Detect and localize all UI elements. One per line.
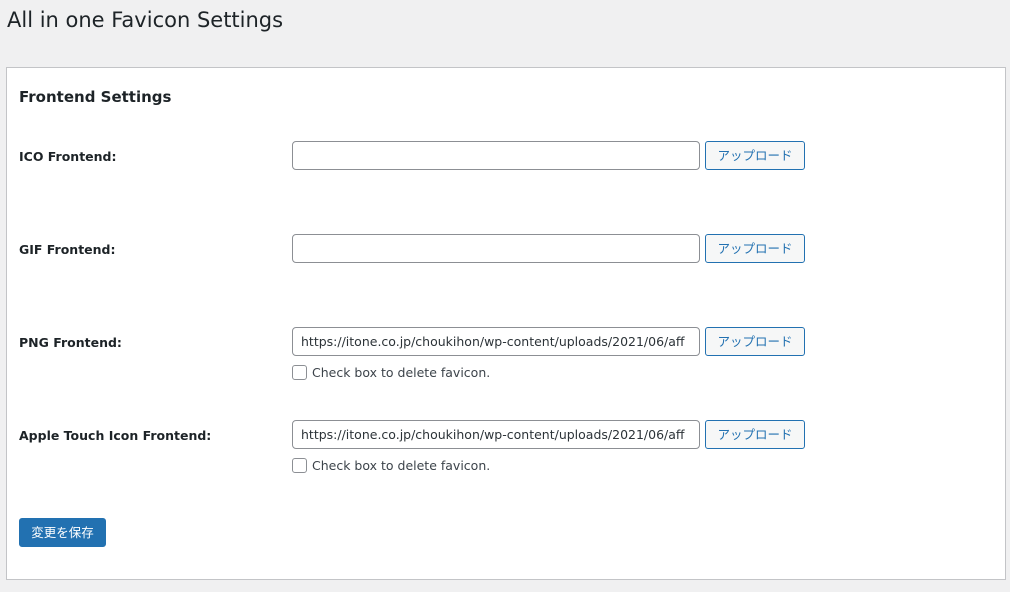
ico-label: ICO Frontend: bbox=[19, 149, 117, 164]
apple-touch-delete-label: Check box to delete favicon. bbox=[312, 458, 491, 473]
gif-input[interactable] bbox=[292, 234, 700, 263]
png-upload-button[interactable]: アップロード bbox=[705, 327, 805, 356]
apple-touch-delete-option[interactable]: Check box to delete favicon. bbox=[292, 458, 490, 473]
apple-touch-label: Apple Touch Icon Frontend: bbox=[19, 428, 212, 443]
apple-touch-upload-button[interactable]: アップロード bbox=[705, 420, 805, 449]
png-delete-checkbox[interactable] bbox=[292, 365, 307, 380]
ico-upload-button[interactable]: アップロード bbox=[705, 141, 805, 170]
apple-touch-delete-checkbox[interactable] bbox=[292, 458, 307, 473]
png-label: PNG Frontend: bbox=[19, 335, 122, 350]
png-input[interactable]: https://itone.co.jp/choukihon/wp-content… bbox=[292, 327, 700, 356]
settings-panel: Frontend Settings ICO Frontend: アップロード G… bbox=[6, 67, 1006, 580]
save-button[interactable]: 変更を保存 bbox=[19, 518, 106, 547]
gif-upload-button[interactable]: アップロード bbox=[705, 234, 805, 263]
png-delete-option[interactable]: Check box to delete favicon. bbox=[292, 365, 490, 380]
png-delete-label: Check box to delete favicon. bbox=[312, 365, 491, 380]
section-title: Frontend Settings bbox=[19, 88, 172, 106]
page-title: All in one Favicon Settings bbox=[7, 8, 284, 32]
ico-input[interactable] bbox=[292, 141, 700, 170]
apple-touch-input[interactable]: https://itone.co.jp/choukihon/wp-content… bbox=[292, 420, 700, 449]
gif-label: GIF Frontend: bbox=[19, 242, 116, 257]
